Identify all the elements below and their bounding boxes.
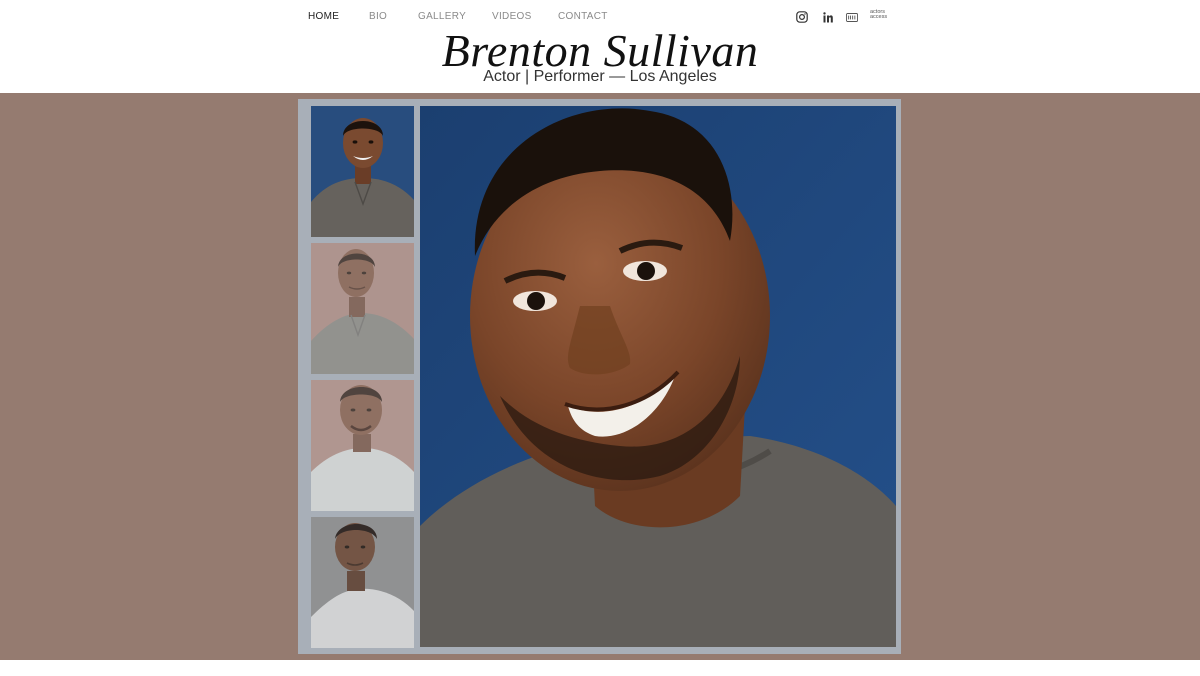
page-subtitle: Actor | Performer — Los Angeles — [483, 68, 717, 85]
nav-gallery[interactable]: GALLERY — [418, 11, 466, 22]
headshot-thumbnail-image — [311, 517, 414, 648]
nav-bio[interactable]: BIO — [369, 11, 387, 22]
gallery-thumbnail-4[interactable] — [311, 517, 414, 648]
nav-contact[interactable]: CONTACT — [558, 11, 608, 22]
gallery-thumbnail-1[interactable] — [311, 106, 414, 237]
instagram-icon[interactable] — [796, 9, 808, 25]
headshot-image — [420, 106, 896, 647]
actors-access-icon[interactable]: actors access — [870, 9, 894, 26]
gallery-thumbnail-2[interactable] — [311, 243, 414, 374]
imdb-icon[interactable] — [846, 9, 858, 25]
nav-home[interactable]: HOME — [308, 11, 339, 22]
nav-videos[interactable]: VIDEOS — [492, 11, 532, 22]
headshot-thumbnail-image — [311, 243, 414, 374]
gallery-thumbnail-3[interactable] — [311, 380, 414, 511]
headshot-thumbnail-image — [311, 380, 414, 511]
actors-access-text: actors access — [870, 9, 888, 20]
linkedin-icon[interactable] — [823, 9, 833, 25]
headshot-thumbnail-image — [311, 106, 414, 237]
main-headshot — [420, 106, 896, 647]
